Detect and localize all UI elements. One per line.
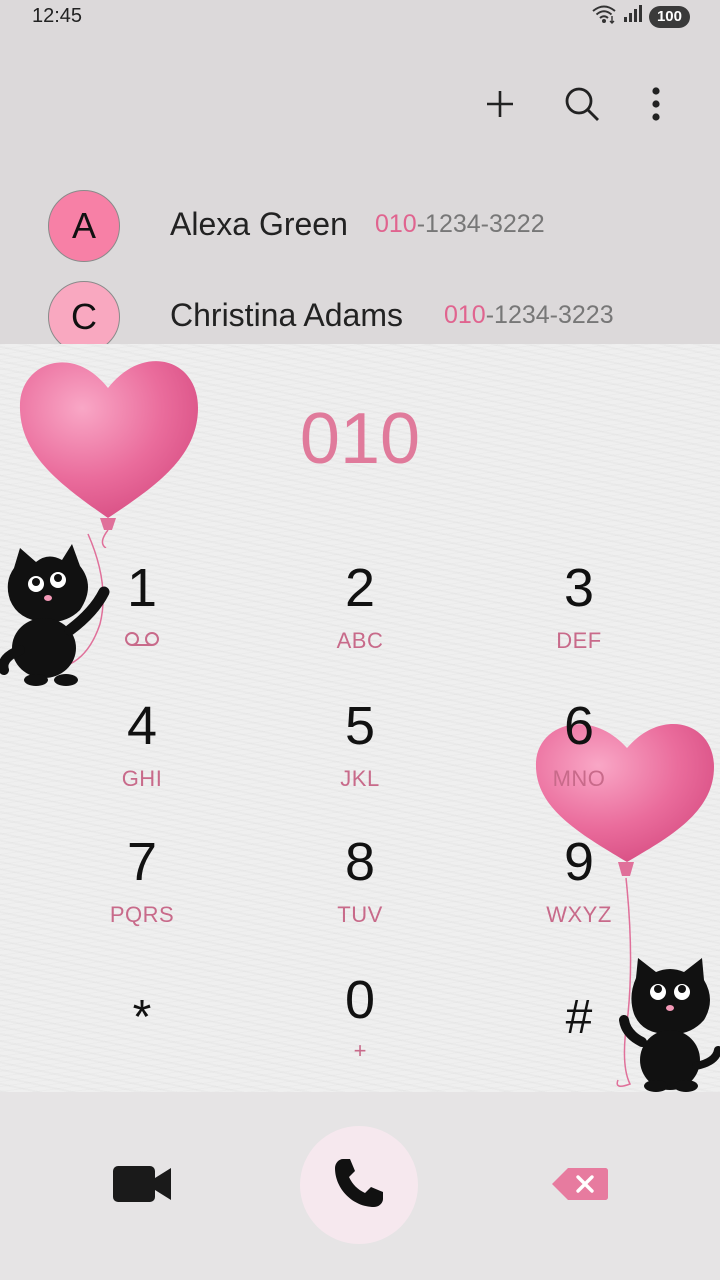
key-digit: 5	[344, 696, 376, 756]
key-7[interactable]: 7 PQRS	[52, 832, 232, 952]
key-8[interactable]: 8 TUV	[270, 832, 450, 952]
contact-suggestion[interactable]: C Christina Adams 010-1234-3223	[0, 281, 720, 344]
video-call-icon	[111, 1164, 173, 1209]
battery-indicator: 100	[648, 5, 690, 28]
key-digit: 8	[344, 832, 376, 892]
contact-suggestion[interactable]: A Alexa Green 010-1234-3222	[0, 190, 720, 270]
key-digit: 3	[563, 558, 595, 618]
key-2[interactable]: 2 ABC	[270, 558, 450, 678]
key-digit: 4	[126, 696, 158, 756]
key-digit: 0	[344, 970, 376, 1030]
key-letters: +	[353, 1038, 367, 1063]
key-digit: *	[132, 991, 152, 1044]
search-icon	[563, 85, 601, 128]
key-letters: MNO	[552, 766, 606, 791]
key-digit: #	[565, 991, 593, 1044]
key-star[interactable]: *	[52, 988, 232, 1092]
contact-number: 010-1234-3223	[444, 301, 614, 329]
app-bar	[0, 70, 720, 140]
more-vert-icon	[651, 86, 661, 126]
contact-name: Alexa Green	[170, 206, 348, 242]
key-0[interactable]: 0 +	[270, 970, 450, 1090]
status-bar: 12:45 100	[0, 0, 720, 34]
key-5[interactable]: 5 JKL	[270, 696, 450, 816]
dialpad-panel: 010 1 2 ABC 3 DEF 4 GHI 5 JKL 6 MNO 7 PQ…	[0, 344, 720, 1092]
key-letters: JKL	[340, 766, 380, 791]
key-digit: 9	[563, 832, 595, 892]
key-digit: 1	[126, 558, 158, 618]
key-letters: ABC	[336, 628, 384, 653]
signal-icon	[623, 5, 643, 28]
video-call-button[interactable]	[100, 1152, 184, 1220]
key-3[interactable]: 3 DEF	[489, 558, 669, 678]
wifi-icon	[591, 4, 617, 29]
bottom-action-bar	[0, 1092, 720, 1280]
search-button[interactable]	[556, 80, 608, 132]
key-letters: TUV	[337, 902, 383, 927]
key-digit: 2	[344, 558, 376, 618]
dialed-number-display[interactable]: 010	[0, 398, 720, 480]
key-letters: GHI	[121, 766, 163, 791]
more-options-button[interactable]	[630, 80, 682, 132]
key-digit: 7	[126, 832, 158, 892]
contact-number: 010-1234-3222	[375, 210, 545, 238]
key-1[interactable]: 1	[52, 558, 232, 678]
status-time: 12:45	[32, 5, 83, 27]
key-letters: PQRS	[109, 902, 175, 927]
add-contact-button[interactable]	[474, 80, 526, 132]
avatar: C	[48, 281, 120, 344]
plus-icon	[484, 88, 516, 125]
voicemail-icon	[52, 628, 232, 654]
key-digit: 6	[563, 696, 595, 756]
avatar: A	[48, 190, 120, 262]
key-6[interactable]: 6 MNO	[489, 696, 669, 816]
key-letters: DEF	[556, 628, 602, 653]
key-9[interactable]: 9 WXYZ	[489, 832, 669, 952]
call-button[interactable]	[300, 1126, 418, 1244]
delete-button[interactable]	[540, 1160, 620, 1212]
backspace-icon	[550, 1166, 610, 1207]
contact-name: Christina Adams	[170, 297, 403, 333]
phone-icon	[331, 1155, 387, 1216]
key-4[interactable]: 4 GHI	[52, 696, 232, 816]
key-letters: WXYZ	[546, 902, 612, 927]
key-hash[interactable]: #	[489, 988, 669, 1092]
